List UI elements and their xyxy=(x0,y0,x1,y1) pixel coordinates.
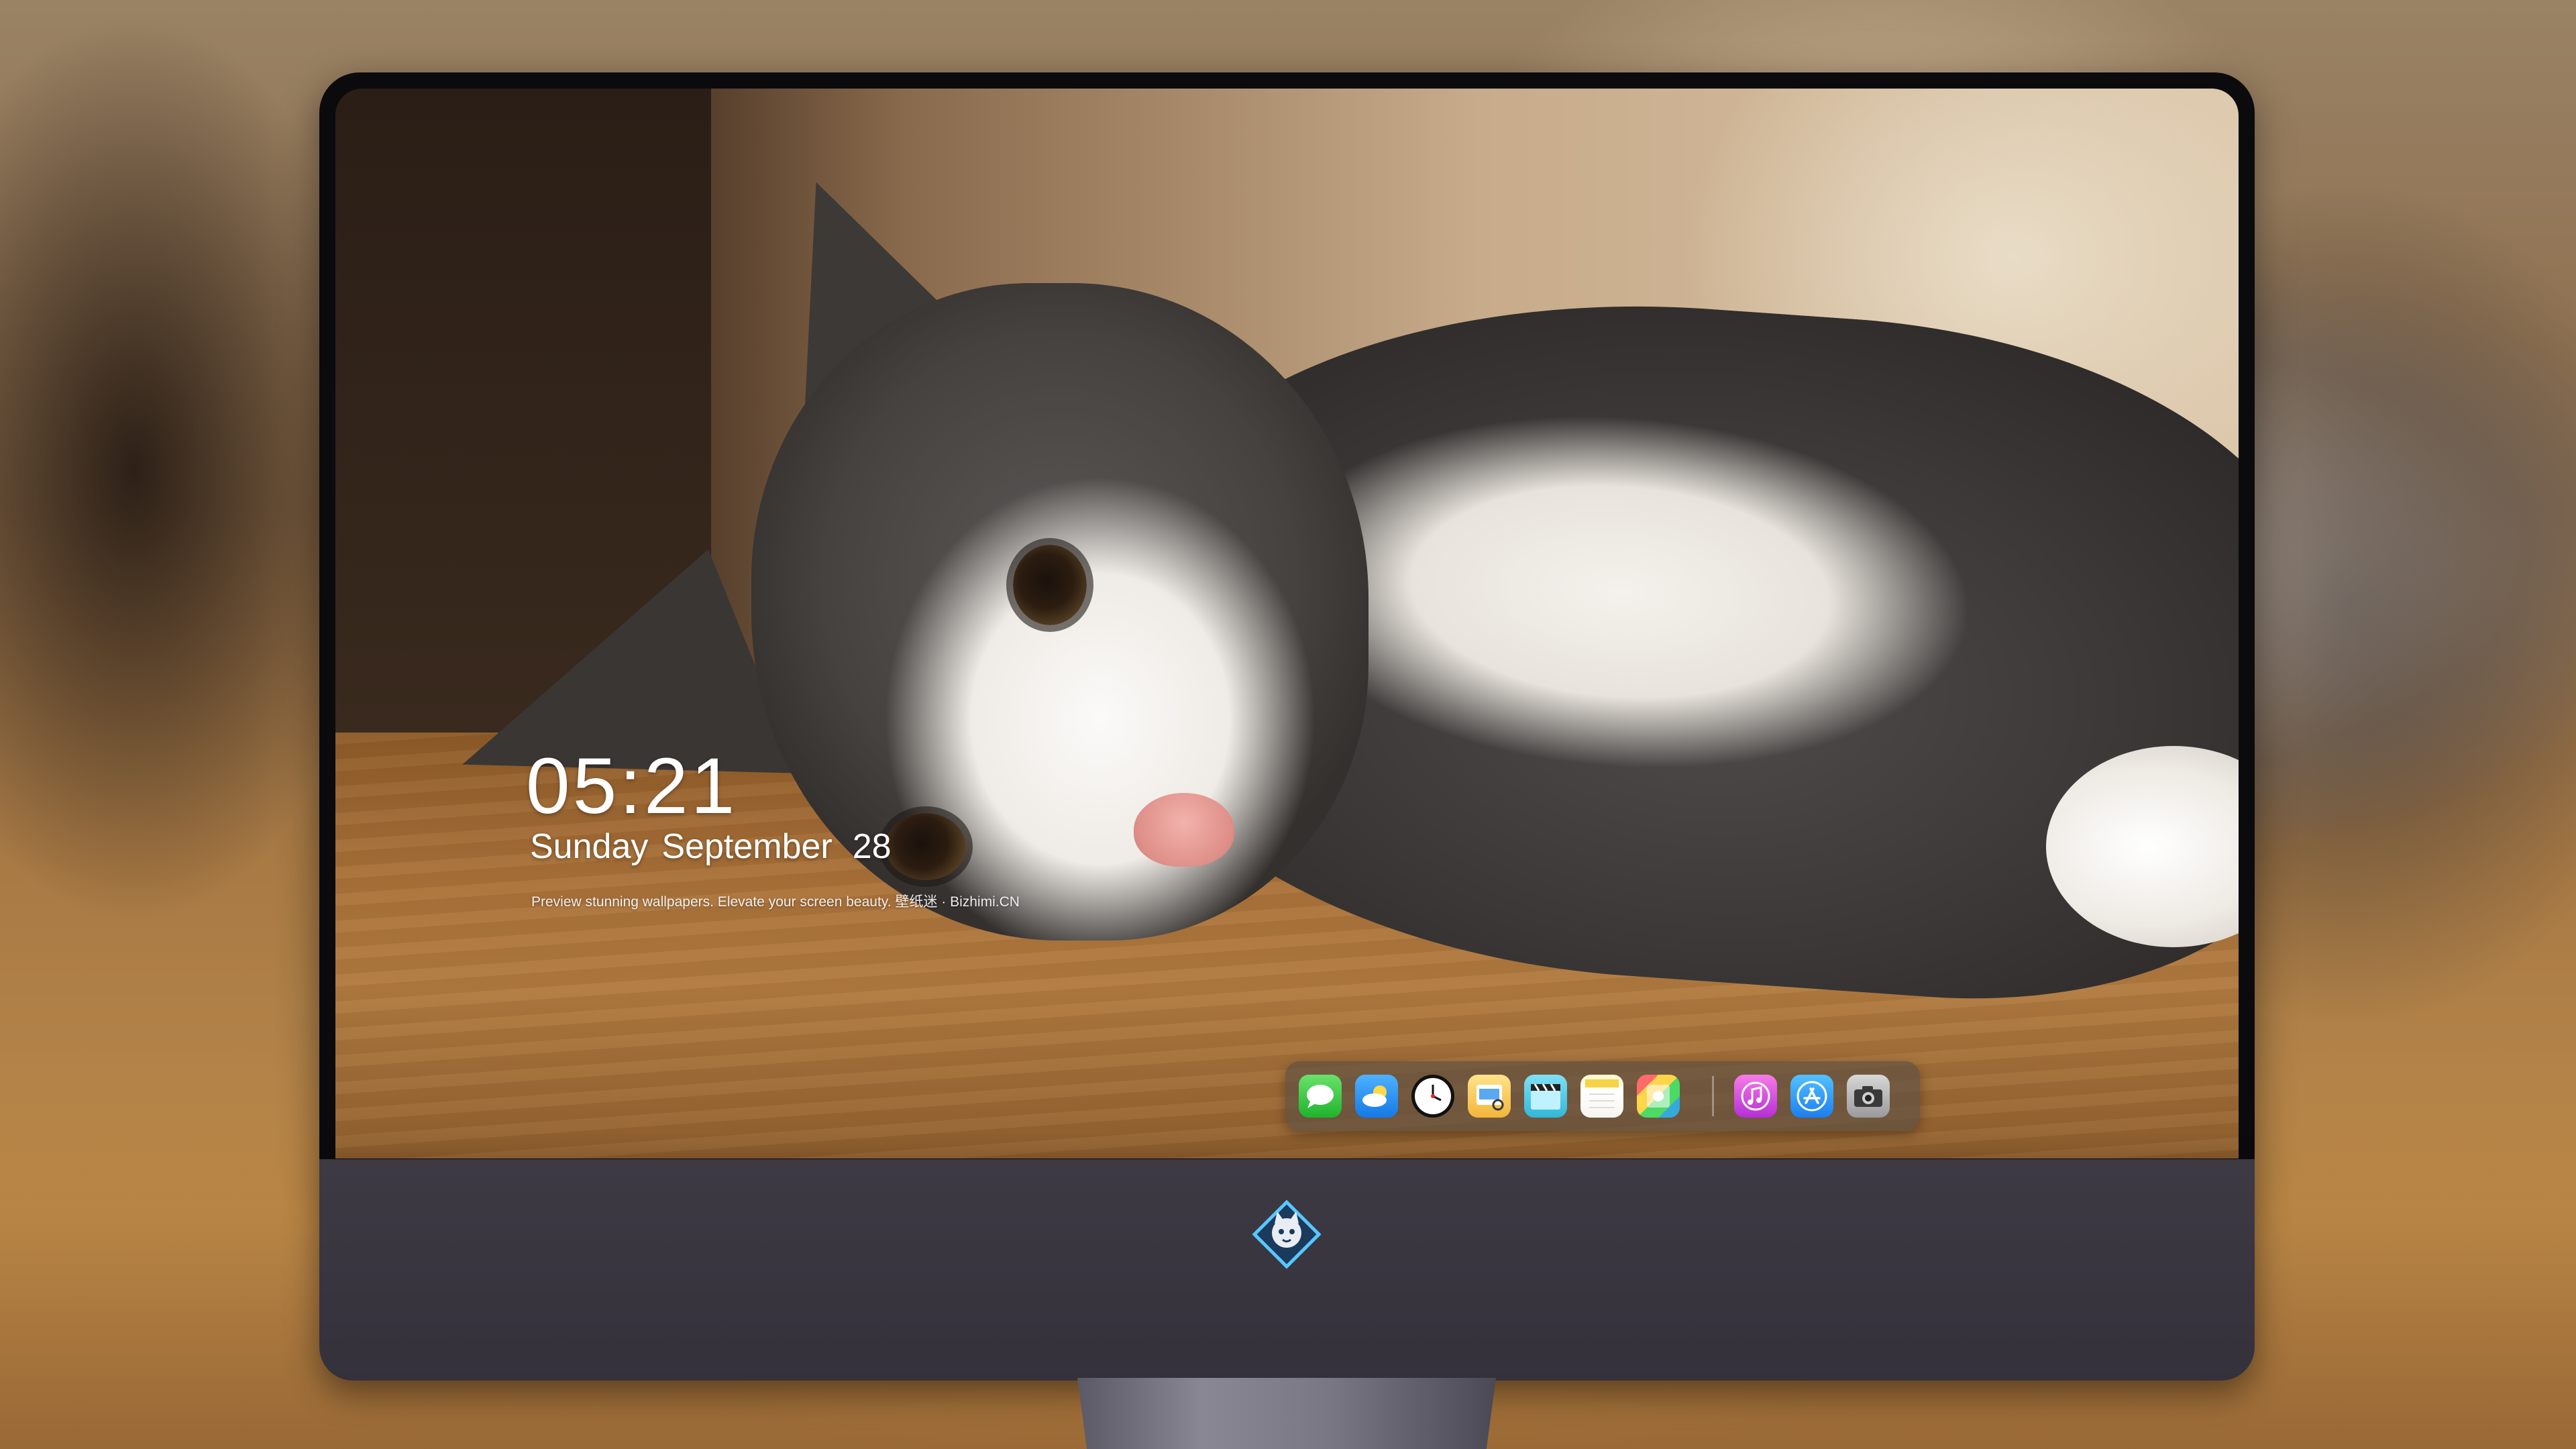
date-number: 28 xyxy=(852,827,892,866)
clock-icon[interactable] xyxy=(1411,1075,1454,1118)
cat-mascot-logo-icon xyxy=(1252,1199,1322,1269)
date-month: September xyxy=(661,827,833,866)
lock-screen-time: 05:21 xyxy=(526,742,738,830)
wallpaper-cat-eye xyxy=(1013,545,1087,625)
date-day: Sunday xyxy=(530,827,649,866)
app-store-icon[interactable] xyxy=(1790,1075,1833,1118)
monitor-chin xyxy=(319,1159,2255,1381)
wallpaper-tagline: Preview stunning wallpapers. Elevate you… xyxy=(531,894,1020,910)
dock xyxy=(1285,1061,1920,1131)
photo-booth-icon[interactable] xyxy=(1637,1075,1680,1118)
lock-screen-date: Sunday September 28 xyxy=(530,826,905,867)
dock-separator xyxy=(1712,1076,1714,1116)
monitor-bezel: 05:21 Sunday September 28 Preview stunning… xyxy=(319,72,2255,1163)
notes-icon[interactable] xyxy=(1580,1075,1623,1118)
wallpaper-cat-nose xyxy=(1134,793,1234,867)
weather-icon[interactable] xyxy=(1355,1075,1398,1118)
monitor-stand-neck xyxy=(1077,1378,1496,1449)
screen: 05:21 Sunday September 28 Preview stunning… xyxy=(335,89,2239,1159)
messages-icon[interactable] xyxy=(1299,1075,1342,1118)
preview-icon[interactable] xyxy=(1468,1075,1511,1118)
clips-icon[interactable] xyxy=(1524,1075,1567,1118)
monitor: 05:21 Sunday September 28 Preview stunning… xyxy=(319,72,2255,1449)
music-icon[interactable] xyxy=(1734,1075,1777,1118)
camera-icon[interactable] xyxy=(1847,1075,1890,1118)
